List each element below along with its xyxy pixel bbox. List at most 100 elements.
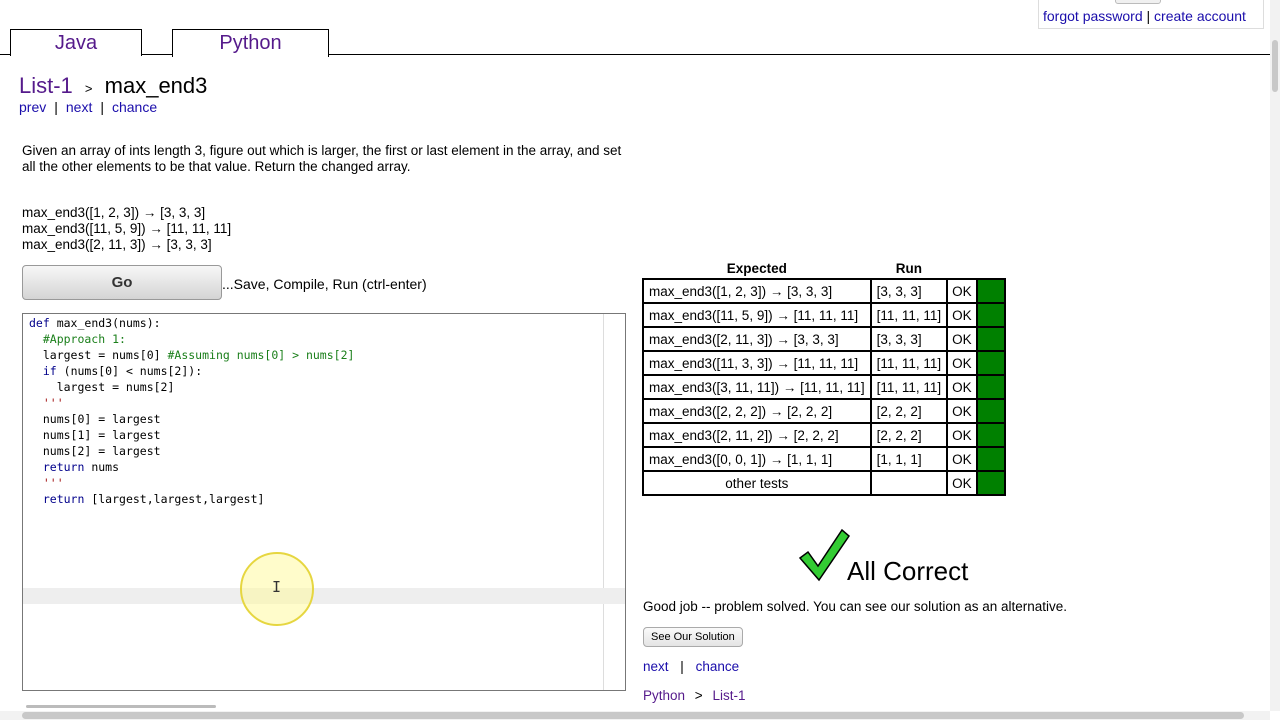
good-job-message: Good job -- problem solved. You can see … bbox=[643, 599, 1068, 614]
tab-java[interactable]: Java bbox=[10, 29, 142, 56]
bottom-nav-separator: | bbox=[680, 659, 684, 674]
go-hint: ...Save, Compile, Run (ctrl-enter) bbox=[222, 276, 427, 292]
forgot-password-link[interactable]: forgot password bbox=[1043, 8, 1143, 24]
status-cell: OK bbox=[946, 470, 978, 496]
run-cell: [2, 2, 2] bbox=[869, 398, 949, 424]
bottom-python-link[interactable]: Python bbox=[643, 688, 685, 703]
run-cell: [11, 11, 11] bbox=[869, 350, 949, 376]
prev-link[interactable]: prev bbox=[19, 99, 46, 115]
pass-indicator bbox=[975, 302, 1006, 328]
pass-indicator bbox=[975, 374, 1006, 400]
run-cell: [11, 11, 11] bbox=[869, 374, 949, 400]
pass-indicator bbox=[975, 326, 1006, 352]
account-separator: | bbox=[1146, 8, 1151, 24]
status-cell: OK bbox=[946, 302, 978, 328]
pass-indicator bbox=[975, 446, 1006, 472]
bottom-next-link[interactable]: next bbox=[643, 659, 669, 674]
scrollbar-thumb[interactable] bbox=[1272, 40, 1278, 92]
editor-horizontal-scrollbar[interactable] bbox=[26, 705, 216, 708]
status-cell: OK bbox=[946, 446, 978, 472]
problem-title: max_end3 bbox=[104, 73, 208, 98]
scrollbar-thumb[interactable] bbox=[22, 712, 1244, 719]
account-links: forgot password | create account bbox=[1043, 8, 1246, 24]
breadcrumb-section-link[interactable]: List-1 bbox=[19, 73, 73, 98]
code-line[interactable]: if (nums[0] < nums[2]): bbox=[29, 363, 354, 379]
result-row: other tests OK bbox=[642, 470, 1006, 496]
code-line[interactable]: nums[0] = largest bbox=[29, 411, 354, 427]
code-line[interactable]: return nums bbox=[29, 459, 354, 475]
editor-active-line bbox=[23, 588, 625, 604]
create-account-link[interactable]: create account bbox=[1154, 8, 1246, 24]
expected-cell: max_end3([2, 2, 2]) → [2, 2, 2] bbox=[642, 398, 872, 424]
run-header: Run bbox=[895, 261, 923, 276]
sign-in-button-edge[interactable] bbox=[1115, 0, 1161, 4]
problem-nav: prev | next | chance bbox=[19, 99, 157, 115]
pass-indicator bbox=[975, 278, 1006, 304]
code-line[interactable]: #Approach 1: bbox=[29, 331, 354, 347]
code-line[interactable]: nums[2] = largest bbox=[29, 443, 354, 459]
expected-cell: other tests bbox=[642, 470, 872, 496]
status-cell: OK bbox=[946, 422, 978, 448]
code-line[interactable]: ''' bbox=[29, 475, 354, 491]
example-line: max_end3([2, 11, 3]) → [3, 3, 3] bbox=[22, 237, 212, 252]
nav-separator: | bbox=[100, 99, 104, 115]
example-line: max_end3([1, 2, 3]) → [3, 3, 3] bbox=[22, 205, 206, 220]
result-row: max_end3([0, 0, 1]) → [1, 1, 1] [1, 1, 1]… bbox=[642, 446, 1006, 472]
run-cell: [3, 3, 3] bbox=[869, 278, 949, 304]
text-cursor-icon: I bbox=[272, 578, 282, 596]
result-row: max_end3([2, 11, 3]) → [3, 3, 3] [3, 3, 3… bbox=[642, 326, 1006, 352]
code-line[interactable]: nums[1] = largest bbox=[29, 427, 354, 443]
all-correct-text: All Correct bbox=[847, 556, 969, 586]
expected-cell: max_end3([11, 3, 3]) → [11, 11, 11] bbox=[642, 350, 872, 376]
expected-cell: max_end3([2, 11, 2]) → [2, 2, 2] bbox=[642, 422, 872, 448]
expected-cell: max_end3([3, 11, 11]) → [11, 11, 11] bbox=[642, 374, 872, 400]
editor-print-margin bbox=[603, 314, 604, 690]
expected-cell: max_end3([1, 2, 3]) → [3, 3, 3] bbox=[642, 278, 872, 304]
page-horizontal-scrollbar[interactable] bbox=[0, 711, 1270, 720]
result-row: max_end3([11, 3, 3]) → [11, 11, 11] [11, … bbox=[642, 350, 1006, 376]
account-box: forgot password | create account bbox=[1038, 0, 1264, 29]
pass-indicator bbox=[975, 422, 1006, 448]
chance-link[interactable]: chance bbox=[112, 99, 157, 115]
code-editor[interactable]: def max_end3(nums): #Approach 1: largest… bbox=[22, 313, 626, 691]
examples: max_end3([1, 2, 3]) → [3, 3, 3] max_end3… bbox=[22, 205, 231, 253]
expected-header: Expected bbox=[726, 261, 787, 276]
next-link[interactable]: next bbox=[66, 99, 92, 115]
example-line: max_end3([11, 5, 9]) → [11, 11, 11] bbox=[22, 221, 232, 236]
result-row: max_end3([3, 11, 11]) → [11, 11, 11] [11,… bbox=[642, 374, 1006, 400]
bottom-chance-link[interactable]: chance bbox=[696, 659, 740, 674]
status-cell: OK bbox=[946, 326, 978, 352]
breadcrumb: List-1 > max_end3 bbox=[19, 73, 207, 99]
checkmark-icon bbox=[798, 528, 850, 582]
go-button[interactable]: Go bbox=[22, 265, 222, 300]
nav-separator: | bbox=[54, 99, 58, 115]
run-cell: [1, 1, 1] bbox=[869, 446, 949, 472]
tab-python[interactable]: Python bbox=[172, 29, 329, 57]
problem-description: Given an array of ints length 3, figure … bbox=[22, 143, 622, 174]
run-cell bbox=[869, 470, 949, 496]
bottom-crumb-separator: > bbox=[694, 688, 703, 703]
results-table: Expected Run max_end3([1, 2, 3]) → [3, 3… bbox=[642, 260, 1006, 496]
status-cell: OK bbox=[946, 278, 978, 304]
bottom-breadcrumb: Python > List-1 bbox=[643, 688, 745, 703]
code-line[interactable]: ''' bbox=[29, 395, 354, 411]
breadcrumb-separator: > bbox=[84, 81, 93, 96]
status-cell: OK bbox=[946, 374, 978, 400]
code-line[interactable]: def max_end3(nums): bbox=[29, 315, 354, 331]
code-line[interactable]: largest = nums[2] bbox=[29, 379, 354, 395]
pass-indicator bbox=[975, 470, 1006, 496]
code-line[interactable]: return [largest,largest,largest] bbox=[29, 491, 354, 507]
bottom-list1-link[interactable]: List-1 bbox=[712, 688, 745, 703]
pass-indicator bbox=[975, 398, 1006, 424]
see-solution-button[interactable]: See Our Solution bbox=[643, 627, 743, 647]
expected-cell: max_end3([2, 11, 3]) → [3, 3, 3] bbox=[642, 326, 872, 352]
code-text[interactable]: def max_end3(nums): #Approach 1: largest… bbox=[29, 315, 354, 507]
result-row: max_end3([11, 5, 9]) → [11, 11, 11] [11, … bbox=[642, 302, 1006, 328]
result-row: max_end3([1, 2, 3]) → [3, 3, 3] [3, 3, 3]… bbox=[642, 278, 1006, 304]
pass-indicator bbox=[975, 350, 1006, 376]
code-line[interactable]: largest = nums[0] #Assuming nums[0] > nu… bbox=[29, 347, 355, 363]
result-row: max_end3([2, 11, 2]) → [2, 2, 2] [2, 2, 2… bbox=[642, 422, 1006, 448]
status-cell: OK bbox=[946, 350, 978, 376]
page-vertical-scrollbar[interactable] bbox=[1270, 0, 1280, 711]
run-cell: [2, 2, 2] bbox=[869, 422, 949, 448]
